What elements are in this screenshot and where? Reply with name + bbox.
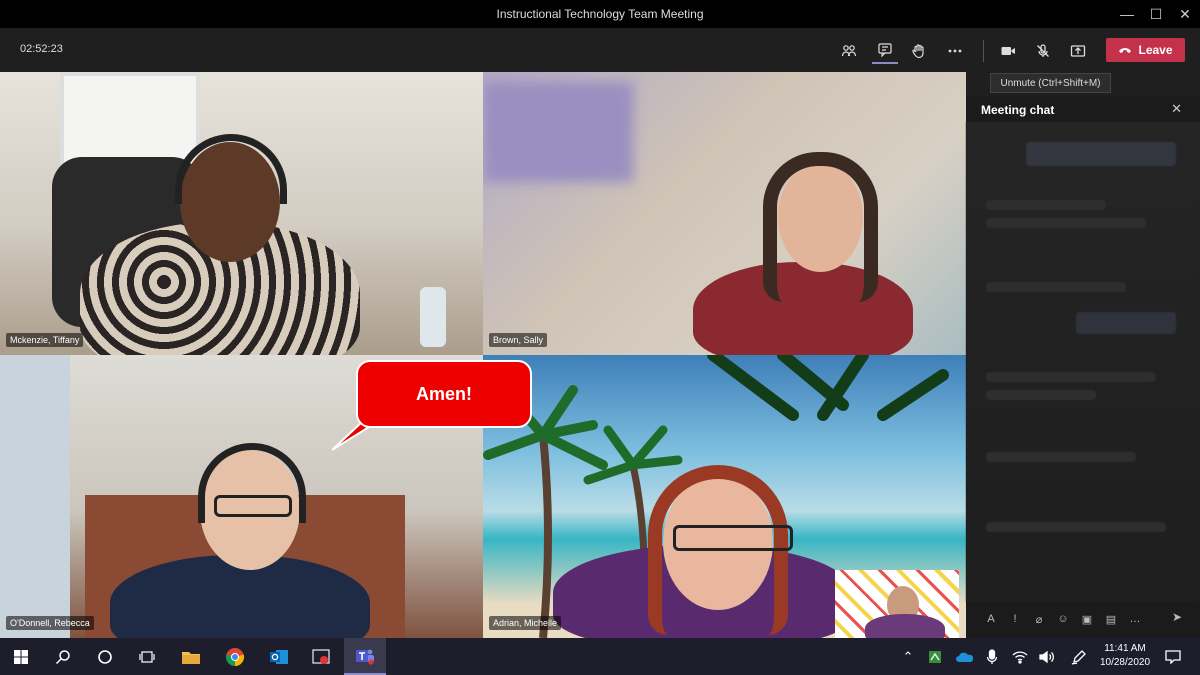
participants-icon[interactable]	[836, 38, 862, 64]
chat-compose-toolbar: A ! ⌀ ☺ ▣ ▤ …	[966, 606, 1200, 632]
format-icon[interactable]: A	[984, 613, 998, 625]
clock-date: 10/28/2020	[1099, 657, 1151, 668]
participant-name: Brown, Sally	[489, 333, 548, 347]
unmute-tooltip: Unmute (Ctrl+Shift+M)	[990, 73, 1111, 93]
blurred-message	[986, 390, 1096, 400]
chevron-up-icon[interactable]: ⌃	[895, 638, 921, 675]
glasses	[214, 495, 292, 517]
system-clock[interactable]: 11:41 AM 10/28/2020	[1096, 642, 1154, 670]
phone-hangup-icon	[1118, 43, 1132, 57]
app-icon[interactable]	[300, 638, 342, 675]
background-blur	[483, 82, 633, 182]
teams-icon[interactable]	[344, 638, 386, 675]
chat-header: Meeting chat ✕	[966, 96, 1200, 120]
share-icon[interactable]	[1065, 38, 1091, 64]
blurred-message	[986, 372, 1156, 382]
close-chat-button[interactable]: ✕	[1171, 101, 1182, 117]
meeting-timer: 02:52:23	[20, 43, 63, 55]
blurred-message	[986, 218, 1146, 228]
participant-name: O'Donnell, Rebecca	[6, 616, 94, 630]
pen-icon[interactable]	[1066, 638, 1092, 675]
blurred-message	[986, 452, 1136, 462]
more-icon[interactable]	[942, 38, 968, 64]
blurred-message	[1076, 312, 1176, 334]
blurred-message	[986, 522, 1166, 532]
hair	[763, 152, 878, 302]
blurred-message	[1026, 142, 1176, 166]
onedrive-icon[interactable]	[951, 638, 977, 675]
task-view-icon[interactable]	[126, 638, 168, 675]
close-window-button[interactable]: ✕	[1168, 0, 1200, 28]
wifi-icon[interactable]	[1007, 638, 1033, 675]
send-icon[interactable]: ➤	[1172, 610, 1182, 624]
clock-time: 11:41 AM	[1104, 643, 1146, 654]
microphone-icon[interactable]	[979, 638, 1005, 675]
water-bottle	[420, 287, 446, 347]
emoji-icon[interactable]: ☺	[1056, 613, 1070, 625]
chat-title: Meeting chat	[981, 103, 1055, 117]
bulletin-board	[0, 355, 70, 638]
meeting-chat-panel: Meeting chat ✕ A ! ⌀ ☺ ▣ ▤ … ➤	[966, 96, 1200, 638]
raise-hand-icon[interactable]	[906, 38, 932, 64]
outlook-icon[interactable]	[258, 638, 300, 675]
more-options-icon[interactable]: …	[1128, 613, 1142, 625]
tray-app-icon[interactable]	[922, 638, 948, 675]
mic-muted-icon[interactable]	[1030, 38, 1056, 64]
meeting-toolbar: 02:52:23 Leave	[0, 28, 1200, 72]
notifications-icon[interactable]	[1160, 638, 1186, 675]
search-icon[interactable]	[42, 638, 84, 675]
gif-icon[interactable]: ▣	[1080, 613, 1094, 626]
glasses	[673, 525, 793, 551]
speech-bubble: Amen!	[356, 360, 532, 428]
cortana-icon[interactable]	[84, 638, 126, 675]
chrome-icon[interactable]	[214, 638, 256, 675]
blurred-message	[986, 282, 1126, 292]
chat-messages-blurred[interactable]	[966, 122, 1200, 602]
important-icon[interactable]: !	[1008, 613, 1022, 625]
file-explorer-icon[interactable]	[170, 638, 212, 675]
self-view-video[interactable]	[835, 570, 959, 644]
windows-start-icon[interactable]	[0, 638, 42, 675]
chat-icon[interactable]	[872, 38, 898, 64]
camera-icon[interactable]	[995, 38, 1021, 64]
toolbar-divider	[983, 40, 984, 62]
title-bar: Instructional Technology Team Meeting — …	[0, 0, 1200, 28]
sticker-icon[interactable]: ▤	[1104, 613, 1118, 626]
leave-button[interactable]: Leave	[1106, 38, 1185, 62]
video-tile[interactable]: Brown, Sally	[483, 72, 966, 355]
volume-icon[interactable]	[1034, 638, 1060, 675]
window-title: Instructional Technology Team Meeting	[496, 7, 704, 21]
video-tile[interactable]: Mckenzie, Tiffany	[0, 72, 483, 355]
windows-taskbar: ⌃ 11:41 AM 10/28/2020	[0, 638, 1200, 675]
leave-label: Leave	[1138, 43, 1173, 57]
video-grid: Mckenzie, Tiffany Brown, Sally O'Donnell…	[0, 72, 966, 638]
speech-bubble-text: Amen!	[415, 383, 472, 404]
participant-name: Adrian, Michelle	[489, 616, 562, 630]
attach-icon[interactable]: ⌀	[1032, 613, 1046, 626]
participant-name: Mckenzie, Tiffany	[6, 333, 84, 347]
blurred-message	[986, 200, 1106, 210]
